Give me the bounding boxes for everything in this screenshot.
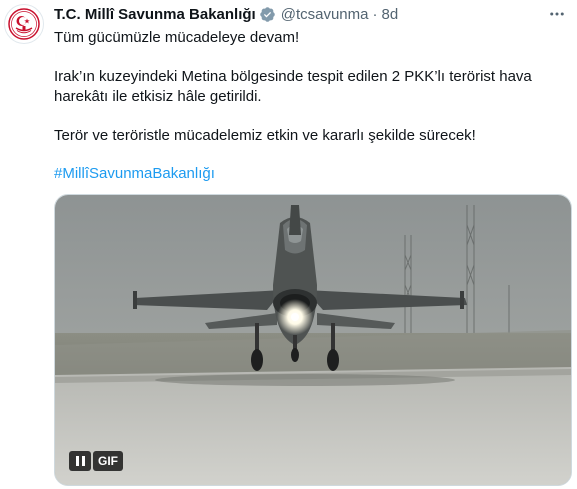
media-gif[interactable]: GIF [54, 194, 572, 486]
gif-controls: GIF [69, 451, 123, 471]
gif-badge: GIF [93, 451, 123, 471]
separator-dot: · [372, 5, 378, 23]
timestamp[interactable]: 8d [381, 6, 398, 23]
tweet-text-line1: Tüm gücümüzle mücadeleye devam! [54, 29, 300, 46]
more-options-icon[interactable] [545, 2, 569, 26]
hashtag-link[interactable]: #MillîSavunmaBakanlığı [54, 164, 215, 184]
fighter-jet-image [55, 195, 571, 485]
verified-badge-icon[interactable] [259, 6, 276, 23]
tweet-header: T.C. Millî Savunma Bakanlığı @tcsavunma … [54, 4, 398, 24]
tweet-text-paragraph3: Terör ve teröristle mücadelemiz etkin ve… [54, 127, 476, 144]
tweet[interactable]: T.C. Millî Savunma Bakanlığı @tcsavunma … [0, 0, 577, 489]
avatar[interactable] [4, 4, 44, 44]
author-name[interactable]: T.C. Millî Savunma Bakanlığı [54, 6, 256, 23]
pause-icon[interactable] [69, 451, 91, 471]
author-handle[interactable]: @tcsavunma [281, 6, 369, 23]
tweet-text-paragraph2: Irak’ın kuzeyindeki Metina bölgesinde te… [54, 68, 532, 105]
ministry-emblem-icon [8, 8, 40, 40]
